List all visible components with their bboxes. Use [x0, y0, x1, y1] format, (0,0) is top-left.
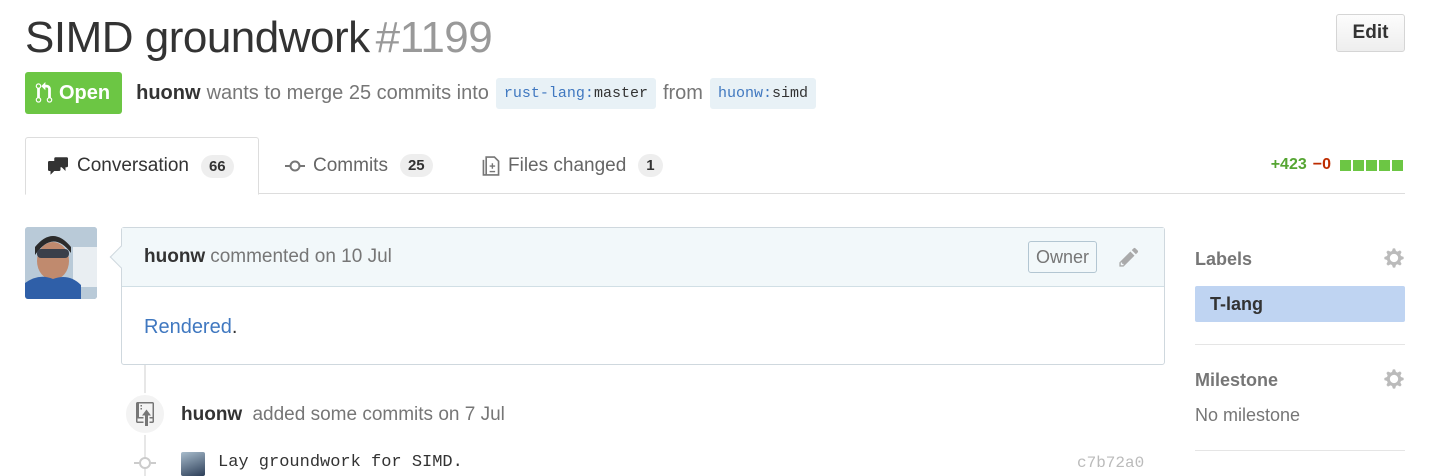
comment-box: huonw commented on 10 Jul Owner Rendered… — [109, 227, 1165, 368]
commits-event: huonw added some commits on 7 Jul — [181, 404, 505, 426]
labels-heading: Labels — [1195, 249, 1253, 269]
repo-push-icon — [136, 402, 154, 426]
commit-sha-link[interactable]: c7b72a0 — [1077, 454, 1144, 472]
tab-commits[interactable]: Commits 25 — [285, 137, 433, 194]
owner-badge: Owner — [1028, 241, 1098, 273]
head-ref[interactable]: huonw:simd — [709, 77, 816, 109]
author-avatar[interactable] — [25, 227, 97, 299]
tab-files-changed[interactable]: Files changed 1 — [482, 137, 663, 194]
gear-icon[interactable] — [1383, 368, 1405, 390]
comment-body: Rendered. — [122, 287, 1164, 368]
merge-info: huonw wants to merge 25 commits into rus… — [136, 77, 823, 109]
diffstat-block — [1366, 159, 1377, 171]
pr-number: #1199 — [375, 13, 493, 62]
commit-dot-icon — [134, 457, 156, 469]
head-owner: huonw — [717, 84, 763, 102]
avatar-photo-icon — [25, 227, 97, 299]
tab-files-changed-label: Files changed — [508, 154, 627, 176]
pr-title-text: SIMD groundwork — [25, 13, 370, 62]
from-text: from — [662, 81, 703, 104]
pr-meta: Open huonw wants to merge 25 commits int… — [25, 72, 823, 114]
pr-title: SIMD groundwork #1199 — [25, 12, 493, 64]
tab-files-changed-count: 1 — [638, 154, 663, 177]
diffstat-block — [1379, 159, 1390, 171]
state-badge: Open — [25, 72, 123, 114]
comment-action[interactable]: commented on 10 Jul — [210, 246, 392, 268]
base-branch: master — [593, 84, 648, 102]
git-pull-request-icon — [35, 82, 53, 103]
labels-section: Labels T-lang — [1195, 242, 1405, 345]
head-branch: simd — [771, 84, 808, 102]
pr-header: SIMD groundwork #1199 — [25, 12, 493, 64]
diffstat-blocks — [1340, 159, 1405, 171]
tab-commits-label: Commits — [313, 154, 388, 176]
gear-icon[interactable] — [1383, 247, 1405, 269]
diff-icon — [482, 155, 500, 176]
tab-conversation-label: Conversation — [77, 155, 189, 176]
diffstat-deletions: −0 — [1312, 156, 1331, 173]
event-text: added some commits on 7 Jul — [252, 404, 505, 425]
commit-message-link[interactable]: Lay groundwork for SIMD. — [218, 453, 463, 472]
rendered-link[interactable]: Rendered — [144, 316, 232, 338]
discussion-sidebar: Labels T-lang Milestone No milestone — [1195, 242, 1405, 451]
comment-arrow — [109, 245, 133, 269]
event-badge — [124, 393, 166, 435]
merge-text: wants to merge 25 commits into — [206, 81, 489, 104]
base-ref[interactable]: rust-lang:master — [495, 77, 656, 109]
edit-button[interactable]: Edit — [1336, 14, 1405, 52]
label-t-lang[interactable]: T-lang — [1195, 286, 1405, 322]
milestone-section: Milestone No milestone — [1195, 345, 1405, 451]
tab-conversation[interactable]: Conversation 66 — [25, 137, 259, 195]
diffstat-block — [1392, 159, 1403, 171]
comment-discussion-icon — [48, 157, 68, 175]
pr-author-link[interactable]: huonw — [136, 82, 200, 105]
milestone-value: No milestone — [1195, 405, 1301, 425]
pr-tabs: Conversation 66 Commits 25 Files changed… — [25, 137, 1405, 195]
comment-author-link[interactable]: huonw — [144, 246, 205, 268]
diffstat: +423 −0 — [1271, 156, 1405, 174]
comment-body-suffix: . — [231, 316, 238, 338]
tab-commits-count: 25 — [399, 154, 433, 177]
state-label: Open — [59, 81, 111, 104]
tab-conversation-count: 66 — [200, 154, 234, 178]
diffstat-block — [1340, 159, 1351, 171]
pencil-icon[interactable] — [1118, 246, 1140, 268]
git-commit-icon — [285, 160, 305, 171]
commit-author-avatar[interactable] — [181, 452, 205, 476]
diffstat-block — [1353, 159, 1364, 171]
base-owner: rust-lang — [503, 84, 585, 102]
diffstat-additions: +423 — [1270, 156, 1307, 173]
comment-header: huonw commented on 10 Jul Owner — [109, 228, 1164, 287]
event-author-link[interactable]: huonw — [181, 404, 242, 425]
milestone-heading: Milestone — [1195, 370, 1279, 390]
